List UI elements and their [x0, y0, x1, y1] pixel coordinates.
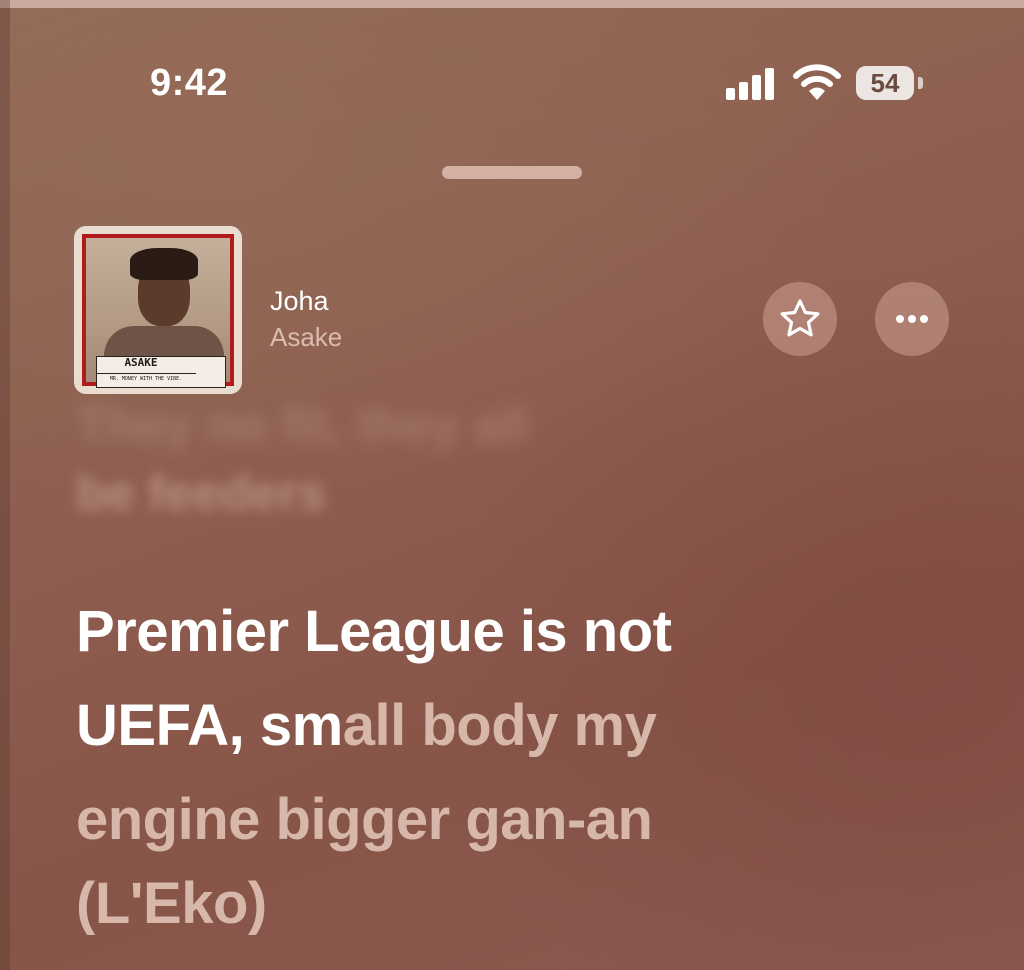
ellipsis-icon [896, 315, 928, 323]
sheet-grabber-handle[interactable] [442, 166, 582, 179]
now-playing-lyrics-screen: 9:42 54 ASAKE MR. MONEY WITH THE VIBE. J… [0, 0, 1024, 970]
previous-lyric-line[interactable]: They no fit, they all [76, 396, 529, 454]
more-options-button[interactable] [875, 282, 949, 356]
battery-level: 54 [870, 67, 900, 98]
status-time: 9:42 [150, 62, 229, 104]
cellular-signal-icon [726, 68, 778, 100]
song-artist[interactable]: Asake [270, 322, 342, 353]
previous-lyric-line[interactable]: be feeders [76, 464, 326, 522]
current-lyric-line[interactable]: engine bigger gan-an [76, 786, 653, 853]
favorite-button[interactable] [763, 282, 837, 356]
song-title[interactable]: Joha [270, 286, 329, 317]
battery-indicator: 54 [856, 66, 914, 100]
artwork-figure-hair [130, 248, 198, 280]
star-icon [780, 299, 820, 337]
artwork-plate-name: ASAKE [124, 356, 158, 369]
current-lyric-line[interactable]: UEFA, small body my [76, 692, 657, 759]
lyric-sung-portion: UEFA, sm [76, 693, 343, 758]
wifi-icon [793, 64, 841, 100]
artwork-frame: ASAKE MR. MONEY WITH THE VIBE. [82, 234, 234, 388]
top-edge [0, 0, 1024, 8]
left-edge-shadow [0, 0, 10, 970]
current-lyric-line[interactable]: (L'Eko) [76, 870, 267, 937]
lyric-unsung-portion: all body my [342, 693, 657, 758]
artwork-plate-subtitle: MR. MONEY WITH THE VIBE. [96, 373, 196, 385]
album-artwork[interactable]: ASAKE MR. MONEY WITH THE VIBE. [74, 226, 242, 394]
battery-cap [918, 77, 923, 89]
current-lyric-line[interactable]: Premier League is not [76, 598, 672, 665]
